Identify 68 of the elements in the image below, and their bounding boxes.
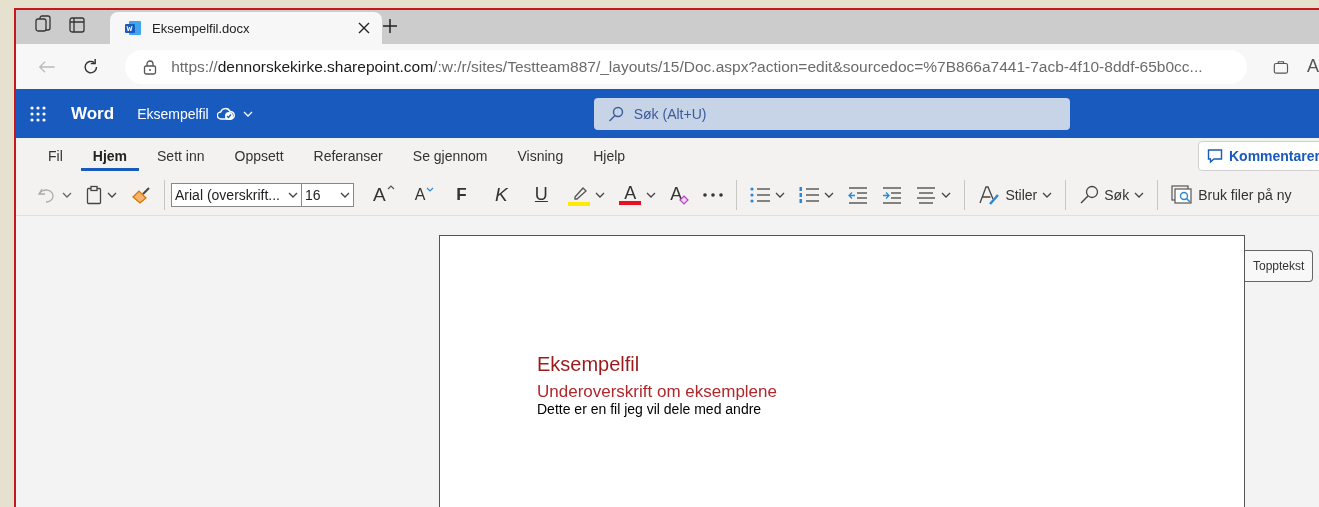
chevron-icon [775, 191, 786, 198]
ribbon-tab[interactable]: Fil [36, 141, 75, 171]
app-launcher-icon[interactable] [30, 105, 46, 122]
search-icon [1079, 184, 1100, 205]
chevron-icon [340, 191, 350, 198]
chevron-icon [1134, 191, 1145, 198]
ribbon-tab[interactable]: Referanser [301, 141, 395, 171]
body-text: Dette er en fil jeg vil dele med andre [537, 401, 763, 418]
browser-tab[interactable]: Eksempelfil.docx [110, 12, 382, 44]
outdent-icon [848, 185, 869, 204]
briefcase-icon[interactable] [1273, 58, 1289, 75]
document-icon [124, 20, 142, 36]
document-name-button[interactable]: Eksempelfil [137, 105, 253, 122]
paintbrush-icon [131, 185, 151, 204]
align-center-icon [916, 185, 937, 204]
document-title: Eksempelfil [537, 352, 641, 376]
ribbon-tab[interactable]: Se gjennom [400, 141, 500, 171]
chevron-icon [595, 191, 606, 198]
address-field[interactable]: https://dennorskekirke.sharepoint.com/:w:/r/sites/Testteam887/_layouts/15/Doc.aspx?action=edit&sourcedoc=%7B866a7441-7acb-4f10-8ddf-65b0cc... [125, 49, 1248, 84]
chevron-icon [242, 110, 253, 117]
chevron-icon [941, 191, 952, 198]
comments-button[interactable]: Kommentarer [1197, 141, 1319, 171]
indent-icon [882, 185, 903, 204]
styles-icon [978, 183, 1001, 206]
lock-icon [143, 58, 158, 75]
italic-button[interactable]: K [481, 178, 522, 211]
reuse-files-icon [1171, 184, 1194, 205]
refresh-icon[interactable] [81, 56, 100, 77]
search-field[interactable]: Søk (Alt+U) [593, 97, 1070, 130]
workspaces-icon[interactable] [34, 14, 54, 34]
ribbon-tab[interactable]: Hjelp [581, 141, 638, 171]
font-size-dropdown[interactable]: 16 [302, 182, 354, 207]
numbered-list-icon [799, 185, 820, 204]
chevron-icon [62, 191, 72, 198]
clipboard-icon [86, 184, 102, 205]
chevron-icon [288, 191, 298, 198]
bold-button[interactable]: F [441, 178, 482, 211]
color-bar-icon [619, 200, 642, 205]
read-aloud-button[interactable]: A [1307, 56, 1319, 77]
chevron-icon [107, 191, 117, 198]
chevron-icon [824, 191, 835, 198]
app-name: Word [71, 103, 115, 124]
shrink-font-button[interactable]: A [407, 178, 442, 211]
ribbon-tab[interactable]: Visning [505, 141, 576, 171]
underline-button[interactable]: U [521, 178, 562, 211]
reuse-files-button[interactable]: Bruk filer på ny [1164, 178, 1299, 211]
font-name-dropdown[interactable]: Arial (overskrift... [171, 182, 302, 207]
search-icon [607, 105, 624, 122]
ribbon-tab[interactable]: Hjem [80, 141, 139, 171]
caret-icon [386, 184, 395, 190]
bullet-list-icon [750, 185, 771, 204]
new-tab-icon[interactable] [382, 18, 398, 34]
ribbon-tab[interactable]: Sett inn [145, 141, 217, 171]
find-button[interactable]: Søk [1072, 178, 1152, 211]
tab-actions-icon[interactable] [68, 16, 86, 34]
styles-button[interactable]: Stiler [971, 178, 1060, 211]
cloud-check-icon [216, 106, 235, 121]
header-button[interactable]: Topptekst [1245, 250, 1314, 282]
chevron-icon [1042, 191, 1053, 198]
caret-icon [426, 186, 435, 192]
document-subtitle: Underoverskrift om eksemplene [537, 382, 778, 401]
close-icon[interactable] [358, 22, 370, 34]
comment-icon [1206, 148, 1223, 164]
font-color-button[interactable]: A [612, 178, 664, 211]
grow-font-button[interactable]: A [366, 178, 402, 211]
ribbon-tab[interactable]: Oppsett [222, 141, 296, 171]
chevron-icon [646, 191, 657, 198]
more-icon [703, 192, 724, 197]
